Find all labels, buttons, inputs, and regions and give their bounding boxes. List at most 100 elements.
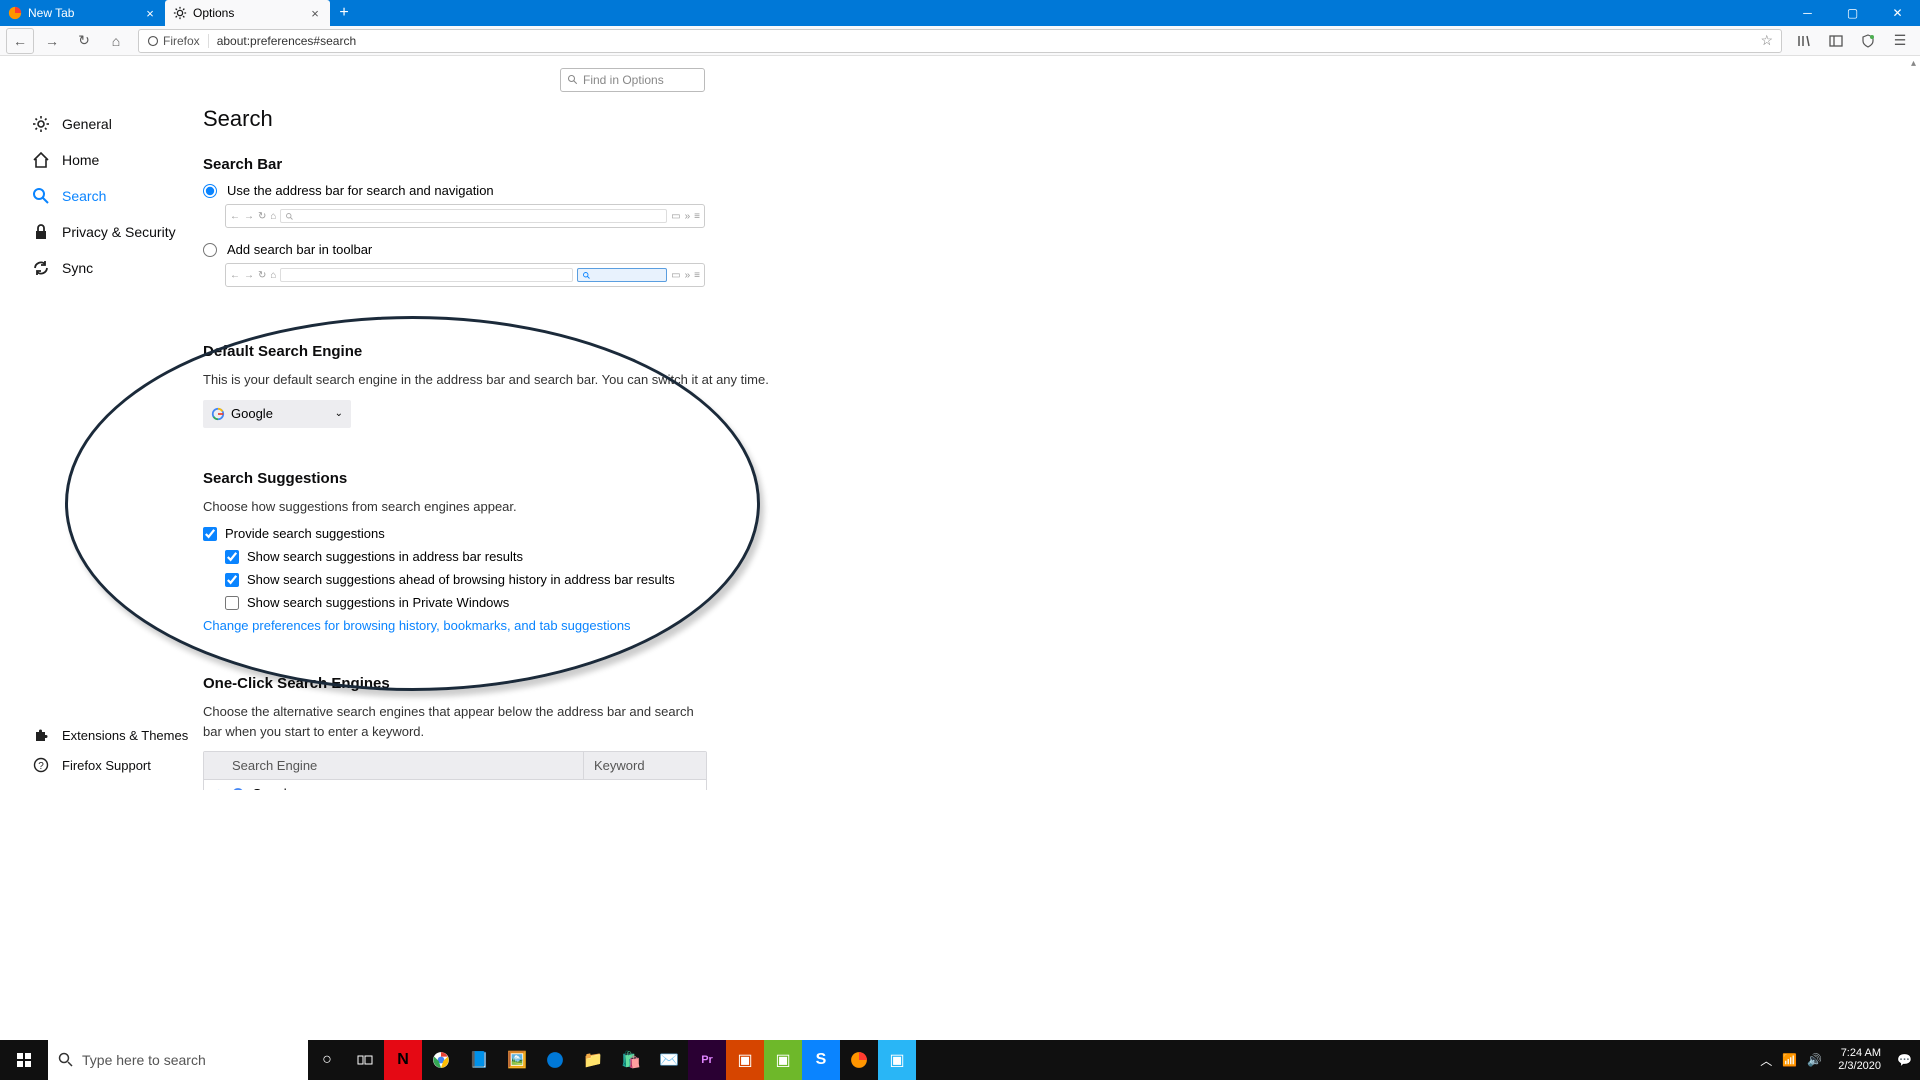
nav-support[interactable]: ? Firefox Support bbox=[32, 750, 202, 780]
store-icon[interactable]: 🛍️ bbox=[612, 1040, 650, 1080]
taskbar-search[interactable]: Type here to search bbox=[48, 1040, 308, 1080]
searchbar-heading: Search Bar bbox=[203, 156, 923, 173]
change-preferences-link[interactable]: Change preferences for browsing history,… bbox=[203, 618, 923, 633]
app-icon[interactable]: N bbox=[384, 1040, 422, 1080]
col-search-engine[interactable]: Search Engine bbox=[204, 752, 584, 779]
nav-extensions[interactable]: Extensions & Themes bbox=[32, 720, 202, 750]
search-icon bbox=[567, 74, 579, 86]
sync-icon bbox=[32, 259, 50, 277]
oneclick-engines-table: Search Engine Keyword ✓ Google ✓ Bing bbox=[203, 751, 707, 790]
tab-label: New Tab bbox=[28, 6, 74, 20]
search-icon bbox=[32, 187, 50, 205]
url-bar[interactable]: Firefox about:preferences#search ☆ bbox=[138, 29, 1782, 53]
default-engine-dropdown[interactable]: Google ⌄ bbox=[203, 400, 351, 428]
start-button[interactable] bbox=[0, 1040, 48, 1080]
gear-icon bbox=[173, 6, 187, 20]
searchbar-preview-separate: ←→↻⌂ ▭»≡ bbox=[225, 263, 705, 287]
volume-icon[interactable]: 🔊 bbox=[1807, 1053, 1822, 1067]
tab-new-tab[interactable]: New Tab × bbox=[0, 0, 165, 26]
app-icon[interactable]: 🖼️ bbox=[498, 1040, 536, 1080]
home-icon bbox=[32, 151, 50, 169]
windows-taskbar: Type here to search ○ N 📘 🖼️ 📁 🛍️ ✉️ Pr … bbox=[0, 1040, 1920, 1080]
library-icon[interactable] bbox=[1790, 28, 1818, 54]
edge-icon[interactable] bbox=[536, 1040, 574, 1080]
taskbar-apps: ○ N 📘 🖼️ 📁 🛍️ ✉️ Pr ▣ ▣ S ▣ bbox=[308, 1040, 916, 1080]
forward-button[interactable]: → bbox=[38, 28, 66, 54]
google-icon bbox=[211, 407, 225, 421]
find-placeholder: Find in Options bbox=[583, 73, 664, 87]
window-controls: ─ ▢ ✕ bbox=[1785, 0, 1920, 26]
category-sidebar: General Home Search Privacy & Security S… bbox=[32, 106, 192, 286]
default-engine-desc: This is your default search engine in th… bbox=[203, 370, 923, 390]
taskbar-clock[interactable]: 7:24 AM 2/3/2020 bbox=[1832, 1047, 1887, 1073]
svg-text:?: ? bbox=[38, 761, 44, 772]
oneclick-desc: Choose the alternative search engines th… bbox=[203, 702, 703, 741]
url-text: about:preferences#search bbox=[209, 34, 364, 48]
home-button[interactable]: ⌂ bbox=[102, 28, 130, 54]
google-icon bbox=[228, 787, 248, 791]
taskview-icon[interactable] bbox=[346, 1040, 384, 1080]
premiere-icon[interactable]: Pr bbox=[688, 1040, 726, 1080]
titlebar: New Tab × Options × + ─ ▢ ✕ bbox=[0, 0, 1920, 26]
close-icon[interactable]: × bbox=[143, 6, 157, 20]
searchbar-preview-unified: ←→↻⌂ ▭»≡ bbox=[225, 204, 705, 228]
suggestions-desc: Choose how suggestions from search engin… bbox=[203, 497, 923, 517]
nav-privacy[interactable]: Privacy & Security bbox=[32, 214, 192, 250]
nav-general[interactable]: General bbox=[32, 106, 192, 142]
default-engine-heading: Default Search Engine bbox=[203, 343, 923, 360]
tab-options[interactable]: Options × bbox=[165, 0, 330, 26]
page-title: Search bbox=[203, 106, 923, 132]
new-tab-button[interactable]: + bbox=[330, 0, 358, 26]
nav-home[interactable]: Home bbox=[32, 142, 192, 178]
explorer-icon[interactable]: 📁 bbox=[574, 1040, 612, 1080]
identity-box[interactable]: Firefox bbox=[139, 34, 209, 48]
col-keyword[interactable]: Keyword bbox=[584, 752, 655, 779]
close-icon[interactable]: × bbox=[308, 6, 322, 20]
app-icon[interactable]: ▣ bbox=[878, 1040, 916, 1080]
puzzle-icon bbox=[32, 726, 50, 744]
chevron-down-icon: ⌄ bbox=[335, 408, 343, 419]
mail-icon[interactable]: ✉️ bbox=[650, 1040, 688, 1080]
nav-search[interactable]: Search bbox=[32, 178, 192, 214]
firefox-icon bbox=[8, 6, 22, 20]
scroll-up-icon[interactable]: ▴ bbox=[1911, 58, 1916, 69]
app-icon[interactable]: ▣ bbox=[764, 1040, 802, 1080]
app-icon[interactable]: S bbox=[802, 1040, 840, 1080]
app-icon[interactable]: 📘 bbox=[460, 1040, 498, 1080]
suggestions-heading: Search Suggestions bbox=[203, 470, 923, 487]
firefox-icon[interactable] bbox=[840, 1040, 878, 1080]
nav-sync[interactable]: Sync bbox=[32, 250, 192, 286]
find-in-options[interactable]: Find in Options bbox=[560, 68, 705, 92]
tray-chevron-icon[interactable]: ︿ bbox=[1760, 1052, 1772, 1069]
cortana-icon[interactable]: ○ bbox=[308, 1040, 346, 1080]
oneclick-heading: One-Click Search Engines bbox=[203, 675, 923, 692]
reload-button[interactable]: ↻ bbox=[70, 28, 98, 54]
chrome-icon[interactable] bbox=[422, 1040, 460, 1080]
protection-icon[interactable] bbox=[1854, 28, 1882, 54]
sidebar-icon[interactable] bbox=[1822, 28, 1850, 54]
check-icon[interactable]: ✓ bbox=[204, 786, 228, 791]
maximize-button[interactable]: ▢ bbox=[1830, 0, 1875, 26]
sidebar-footer: Extensions & Themes ? Firefox Support bbox=[32, 720, 202, 780]
toolbar: ← → ↻ ⌂ Firefox about:preferences#search… bbox=[0, 26, 1920, 56]
wifi-icon[interactable]: 📶 bbox=[1782, 1053, 1797, 1067]
question-icon: ? bbox=[32, 756, 50, 774]
minimize-button[interactable]: ─ bbox=[1785, 0, 1830, 26]
cb-suggestions-ahead-history[interactable]: Show search suggestions ahead of browsin… bbox=[225, 572, 923, 587]
tab-label: Options bbox=[193, 6, 234, 20]
bookmark-star-icon[interactable]: ☆ bbox=[1752, 32, 1781, 49]
cb-suggestions-private[interactable]: Show search suggestions in Private Windo… bbox=[225, 595, 923, 610]
lock-icon bbox=[32, 223, 50, 241]
cb-suggestions-addressbar[interactable]: Show search suggestions in address bar r… bbox=[225, 549, 923, 564]
radio-use-address-bar[interactable]: Use the address bar for search and navig… bbox=[203, 183, 923, 198]
app-icon[interactable]: ▣ bbox=[726, 1040, 764, 1080]
system-tray: ︿ 📶 🔊 7:24 AM 2/3/2020 💬 bbox=[1760, 1047, 1920, 1073]
menu-button[interactable]: ☰ bbox=[1886, 28, 1914, 54]
back-button[interactable]: ← bbox=[6, 28, 34, 54]
radio-add-search-bar[interactable]: Add search bar in toolbar bbox=[203, 242, 923, 257]
engine-row-google[interactable]: ✓ Google bbox=[204, 780, 706, 790]
cb-provide-suggestions[interactable]: Provide search suggestions bbox=[203, 526, 923, 541]
close-button[interactable]: ✕ bbox=[1875, 0, 1920, 26]
preferences-page: ▴ Find in Options General Home Search Pr… bbox=[0, 56, 1920, 790]
notifications-icon[interactable]: 💬 bbox=[1897, 1053, 1912, 1067]
